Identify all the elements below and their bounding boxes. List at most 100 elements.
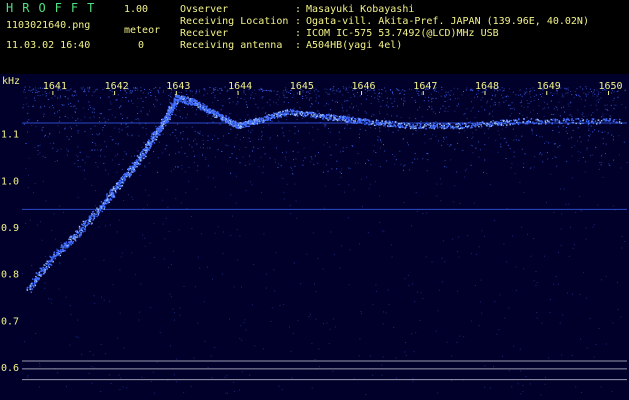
noise-dot (339, 91, 341, 93)
noise-dot (442, 240, 444, 242)
noise-dot (555, 143, 556, 145)
noise-dot (261, 97, 263, 99)
noise-dot (511, 162, 513, 164)
noise-dot (51, 97, 53, 99)
trail-point (110, 194, 112, 197)
noise-dot (444, 166, 446, 168)
trail-point (323, 116, 325, 119)
trail-point (185, 103, 187, 105)
trail-point (470, 127, 472, 129)
noise-dot (31, 89, 33, 91)
trail-point (91, 222, 93, 224)
noise-dot (290, 213, 292, 215)
antenna-colon: : (295, 40, 302, 51)
trail-point (270, 117, 273, 119)
x-tick-label: 1648 (475, 81, 499, 92)
noise-dot (435, 121, 437, 123)
noise-dot (287, 140, 289, 142)
noise-dot (466, 108, 468, 110)
noise-dot (499, 89, 501, 91)
noise-dot (182, 117, 183, 119)
trail-point (310, 114, 313, 116)
noise-dot (542, 161, 544, 163)
noise-dot (91, 382, 93, 384)
noise-dot (612, 205, 614, 207)
trail-point (484, 123, 487, 126)
noise-dot (159, 87, 161, 89)
noise-dot (160, 103, 161, 105)
trail-point (254, 123, 256, 125)
trail-point (134, 161, 136, 164)
noise-dot (145, 96, 147, 98)
trail-point (429, 124, 431, 126)
noise-dot (224, 376, 226, 378)
trail-point (255, 117, 257, 120)
noise-dot (178, 229, 180, 231)
noise-dot (597, 204, 599, 206)
noise-dot (84, 162, 86, 164)
noise-dot (314, 155, 316, 157)
trail-point (75, 236, 77, 238)
noise-dot (456, 341, 458, 343)
noise-dot (378, 136, 380, 138)
noise-dot (565, 88, 567, 90)
trail-point (255, 122, 257, 124)
noise-dot (426, 153, 428, 154)
noise-dot (463, 91, 464, 92)
noise-dot (212, 87, 214, 89)
noise-dot (472, 132, 474, 134)
trail-point (139, 163, 141, 165)
trail-point (51, 256, 53, 259)
noise-dot (178, 151, 180, 153)
noise-dot (488, 137, 490, 139)
trail-point (548, 121, 551, 124)
trail-point (316, 115, 318, 118)
noise-dot (87, 87, 89, 89)
trail-point (437, 122, 439, 125)
noise-dot (549, 298, 551, 300)
noise-dot (177, 123, 179, 125)
trail-point (587, 121, 589, 123)
noise-dot (599, 162, 600, 163)
noise-dot (312, 126, 313, 128)
noise-dot (378, 101, 380, 103)
trail-point (268, 117, 270, 119)
noise-dot (119, 389, 121, 391)
noise-dot (471, 89, 473, 91)
noise-dot (84, 88, 86, 90)
noise-dot (395, 357, 397, 359)
noise-dot (192, 150, 194, 152)
trail-point (509, 119, 511, 122)
noise-dot (548, 142, 550, 144)
trail-point (115, 191, 117, 194)
noise-dot (139, 311, 140, 313)
noise-dot (585, 227, 587, 229)
noise-dot (472, 90, 474, 92)
noise-dot (253, 98, 255, 99)
noise-dot (592, 131, 594, 133)
noise-dot (74, 163, 76, 165)
noise-dot (577, 151, 579, 153)
trail-point (279, 111, 281, 113)
noise-dot (118, 163, 120, 165)
noise-dot (237, 134, 238, 136)
noise-dot (525, 88, 527, 90)
trail-point (408, 125, 411, 127)
noise-dot (383, 231, 385, 233)
noise-dot (545, 376, 546, 378)
noise-dot (184, 152, 186, 154)
noise-dot (430, 138, 432, 140)
trail-point (170, 111, 173, 113)
noise-dot (319, 366, 321, 368)
trail-point (320, 116, 322, 118)
trail-point (390, 122, 393, 125)
noise-dot (504, 317, 506, 319)
noise-dot (454, 98, 456, 100)
trail-point (50, 260, 52, 263)
noise-dot (590, 134, 591, 135)
noise-dot (43, 116, 44, 118)
noise-dot (185, 117, 187, 119)
noise-dot (204, 89, 206, 91)
trail-point (176, 98, 178, 101)
noise-dot (34, 147, 36, 148)
